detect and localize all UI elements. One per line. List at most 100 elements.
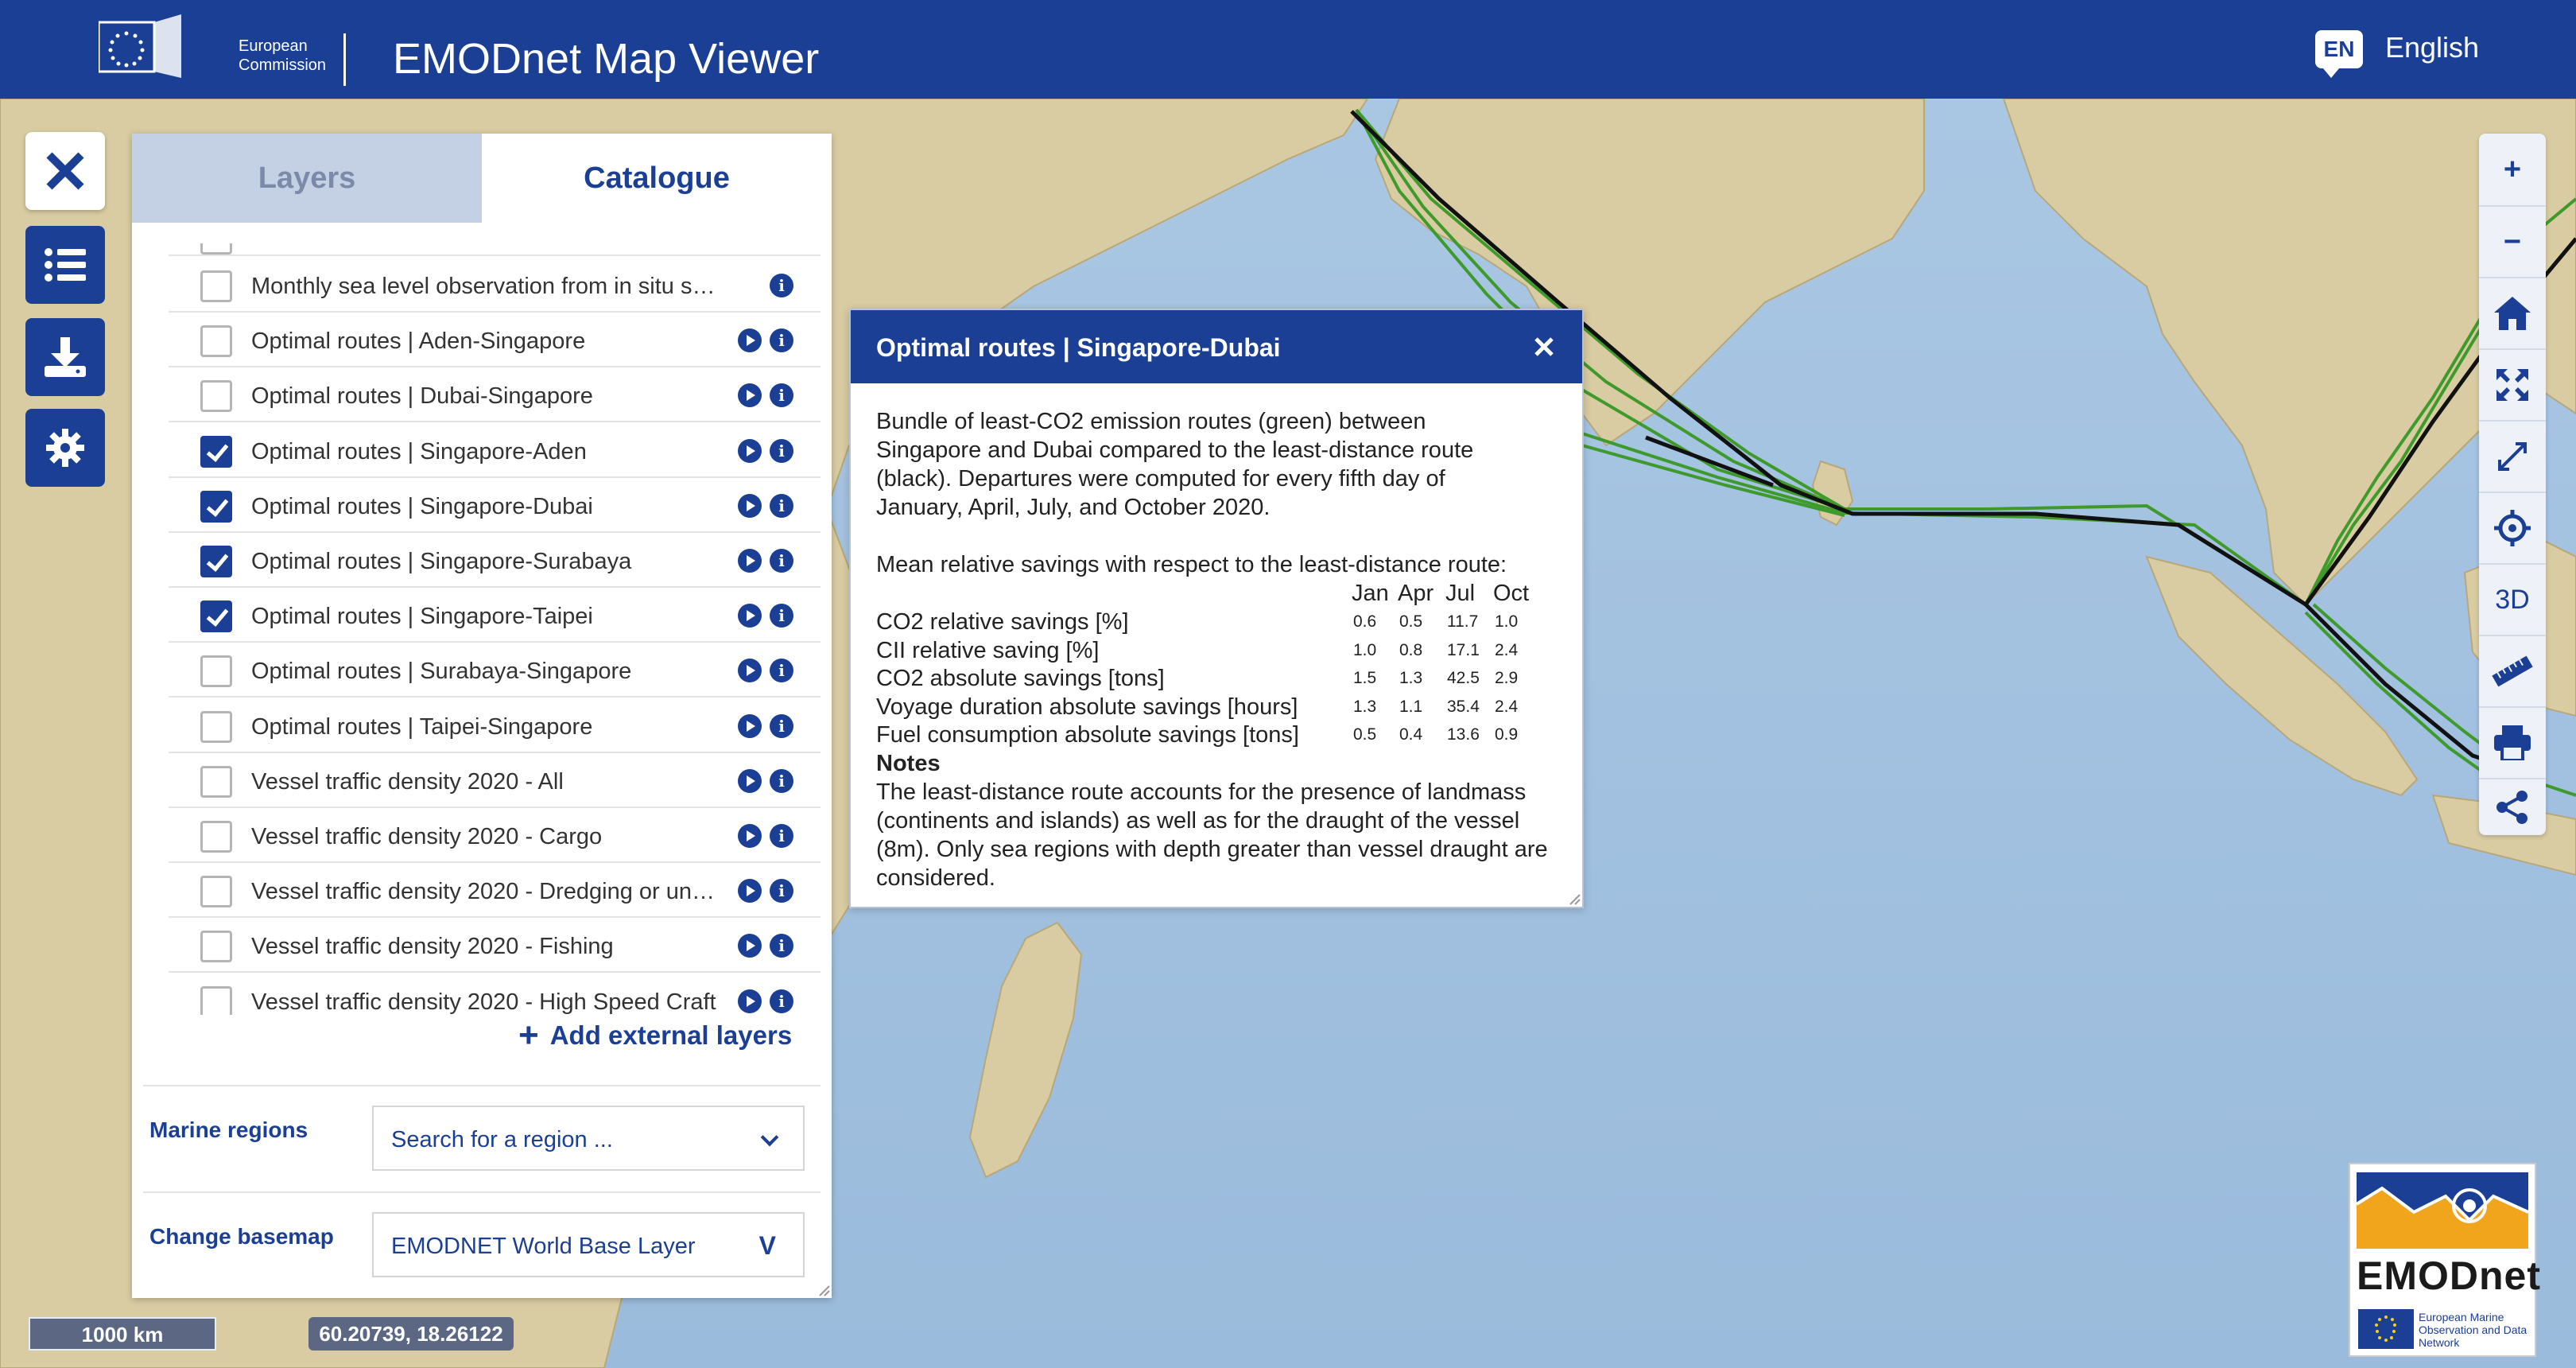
table-cell: 0.8: [1399, 640, 1423, 659]
play-icon[interactable]: [738, 934, 762, 958]
full-extent-button[interactable]: [2479, 348, 2546, 420]
tab-layers[interactable]: Layers: [132, 134, 482, 223]
info-icon[interactable]: i: [770, 383, 793, 408]
list-item[interactable]: Vessel traffic density 2020 - Dredging o…: [169, 863, 821, 919]
layer-checkbox[interactable]: [200, 325, 232, 358]
layer-checkbox[interactable]: [200, 985, 232, 1015]
plus-icon: +: [2503, 153, 2522, 186]
marine-regions-select[interactable]: Search for a region ...: [372, 1106, 805, 1171]
layer-checkbox[interactable]: [200, 380, 232, 413]
info-icon[interactable]: i: [770, 549, 793, 573]
list-item[interactable]: Optimal routes | Singapore-Taipei i: [169, 588, 821, 643]
info-icon[interactable]: i: [770, 934, 793, 958]
list-item[interactable]: Optimal routes | Singapore-Aden i: [169, 423, 821, 478]
3d-view-button[interactable]: 3D: [2479, 563, 2546, 635]
basemap-select[interactable]: EMODNET World Base Layer V: [372, 1212, 805, 1277]
resize-handle-icon[interactable]: [817, 1284, 830, 1296]
info-icon[interactable]: i: [770, 328, 793, 353]
close-icon[interactable]: [1528, 331, 1560, 363]
play-icon[interactable]: [738, 604, 762, 628]
list-item[interactable]: Optimal routes | Singapore-Surabaya i: [169, 533, 821, 588]
table-cell: 13.6: [1447, 725, 1480, 744]
play-icon[interactable]: [738, 549, 762, 573]
layer-checkbox-checked[interactable]: [200, 435, 232, 468]
download-button[interactable]: [25, 318, 105, 396]
eu-flag-icon: [99, 14, 181, 78]
info-icon[interactable]: i: [770, 493, 793, 518]
locate-button[interactable]: [2479, 492, 2546, 563]
layer-list-button[interactable]: [25, 226, 105, 304]
layer-checkbox[interactable]: [200, 821, 232, 853]
layer-checkbox[interactable]: [200, 243, 232, 255]
layer-checkbox-checked[interactable]: [200, 490, 232, 523]
app-header: European Commission EMODnet Map Viewer E…: [0, 0, 2576, 99]
play-icon[interactable]: [738, 879, 762, 904]
info-icon[interactable]: i: [770, 768, 793, 793]
list-item[interactable]: Optimal routes | Singapore-Dubai i: [169, 478, 821, 533]
list-item[interactable]: Vessel traffic density 2020 - Cargo i: [169, 808, 821, 863]
info-icon[interactable]: i: [770, 438, 793, 463]
notes-text: The least-distance route accounts for th…: [876, 779, 1548, 891]
language-selector[interactable]: English: [2385, 30, 2479, 65]
layer-checkbox[interactable]: [200, 655, 232, 688]
emodnet-tagline: European Marine Observation and Data Net…: [2419, 1311, 2528, 1349]
measure-distance-button[interactable]: [2479, 420, 2546, 492]
table-cell: 1.5: [1353, 669, 1377, 687]
layer-checkbox-checked[interactable]: [200, 600, 232, 633]
list-item[interactable]: Vessel traffic density 2020 - Fishing i: [169, 918, 821, 974]
play-icon[interactable]: [738, 989, 762, 1013]
resize-handle-icon[interactable]: [1568, 892, 1581, 905]
list-item[interactable]: Optimal routes | Taipei-Singapore i: [169, 698, 821, 753]
info-icon[interactable]: i: [770, 274, 793, 297]
list-item[interactable]: Vessel traffic density 2020 - All i: [169, 753, 821, 808]
layer-checkbox-checked[interactable]: [200, 546, 232, 577]
panel-tabs: Layers Catalogue: [132, 134, 832, 223]
layer-checkbox[interactable]: [200, 931, 232, 963]
share-button[interactable]: [2479, 778, 2546, 835]
close-panel-button[interactable]: [25, 132, 105, 210]
list-item[interactable]: Optimal routes | Surabaya-Singapore i: [169, 643, 821, 698]
ruler-button[interactable]: [2479, 635, 2546, 706]
layer-checkbox[interactable]: [200, 270, 232, 302]
table-cell: 35.4: [1447, 697, 1480, 716]
layer-checkbox[interactable]: [200, 710, 232, 743]
info-icon[interactable]: i: [770, 604, 793, 628]
info-icon[interactable]: i: [770, 879, 793, 904]
table-column-header: Oct: [1493, 581, 1530, 606]
zoom-in-button[interactable]: +: [2479, 134, 2546, 205]
play-icon[interactable]: [738, 493, 762, 518]
list-item[interactable]: [169, 243, 821, 256]
ec-logo-text: European Commission: [239, 37, 326, 75]
info-icon[interactable]: i: [770, 824, 793, 848]
play-icon[interactable]: [738, 328, 762, 353]
catalogue-layer-list[interactable]: Monthly sea level observation from in si…: [169, 243, 821, 1015]
play-icon[interactable]: [738, 659, 762, 683]
layer-checkbox[interactable]: [200, 876, 232, 908]
tab-catalogue[interactable]: Catalogue: [482, 134, 832, 223]
info-icon[interactable]: i: [770, 989, 793, 1013]
european-commission-logo[interactable]: European Commission: [99, 10, 347, 86]
info-icon[interactable]: i: [770, 713, 793, 738]
list-item[interactable]: Optimal routes | Aden-Singapore i: [169, 313, 821, 368]
list-item[interactable]: Optimal routes | Dubai-Singapore i: [169, 367, 821, 423]
add-external-layers-button[interactable]: + Add external layers: [518, 1018, 792, 1053]
popup-header: Optimal routes | Singapore-Dubai: [851, 310, 1582, 383]
play-icon[interactable]: [738, 438, 762, 463]
info-icon[interactable]: i: [770, 659, 793, 683]
layer-checkbox[interactable]: [200, 765, 232, 798]
language-icon[interactable]: EN: [2315, 30, 2363, 78]
play-icon[interactable]: [738, 768, 762, 793]
home-button[interactable]: [2479, 277, 2546, 348]
table-cell: 1.0: [1495, 612, 1519, 631]
ec-logo-line2: Commission: [239, 56, 327, 74]
list-item[interactable]: Vessel traffic density 2020 - High Speed…: [169, 974, 821, 1015]
play-icon[interactable]: [738, 383, 762, 408]
zoom-out-button[interactable]: −: [2479, 205, 2546, 277]
logo-divider: [343, 33, 346, 86]
list-item[interactable]: Monthly sea level observation from in si…: [169, 258, 821, 313]
print-button[interactable]: [2479, 706, 2546, 778]
emodnet-logo[interactable]: EMODnet European Marine Observation and …: [2349, 1163, 2540, 1357]
play-icon[interactable]: [738, 824, 762, 848]
play-icon[interactable]: [738, 713, 762, 738]
settings-button[interactable]: [25, 409, 105, 487]
